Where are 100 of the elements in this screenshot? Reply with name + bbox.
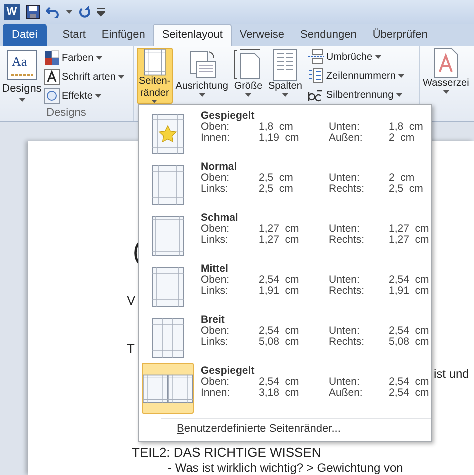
- ribbon-tab[interactable]: Start: [54, 24, 94, 46]
- margin-preset-item[interactable]: Breit Oben: 2,54 cm Unten: 2,54 cm Links: 5,08 cm Rechts: 5,08 cm: [139, 312, 431, 363]
- preset-name: Gespiegelt: [201, 366, 256, 377]
- app-logo[interactable]: W: [4, 4, 20, 20]
- ribbon-small-button[interactable]: Schrift arten: [44, 69, 125, 85]
- margin-label: Rechts:: [329, 184, 366, 195]
- button-label: Seiten-: [139, 76, 171, 88]
- margin-preset-item[interactable]: Gespiegelt Oben: 2,54 cm Unten: 2,54 cm Innen: 3,18 cm Außen: 2,54 cm: [139, 363, 431, 414]
- font-letter-icon: [44, 69, 60, 85]
- margin-label: Unten:: [329, 122, 361, 133]
- margin-label: Rechts:: [329, 286, 366, 297]
- margin-value: 1,91 cm: [389, 286, 430, 297]
- customize-toolbar-icon[interactable]: [97, 7, 105, 17]
- caret-icon: [396, 93, 403, 97]
- caret-icon: [398, 74, 405, 78]
- ribbon-small-button[interactable]: Farben: [44, 50, 125, 66]
- margin-label: Unten:: [329, 224, 361, 235]
- margin-value: 2,54 cm: [389, 275, 430, 286]
- preset-name: Mittel: [201, 264, 230, 275]
- margin-preset-item[interactable]: Normal Oben: 2,5 cm Unten: 2 cm Links: 2,5 cm Rechts: 2,5 cm: [139, 159, 431, 210]
- page-margins-icon: [152, 318, 184, 358]
- preset-name: Normal: [201, 162, 238, 173]
- margin-value: 1,27 cm: [259, 224, 300, 235]
- ribbon-tab[interactable]: Überprüfen: [364, 24, 436, 46]
- group-label: Designs: [46, 106, 88, 120]
- theme-frame-icon: [7, 50, 37, 80]
- redo-icon[interactable]: [79, 6, 91, 18]
- watermark-button[interactable]: Wasserzei: [420, 48, 470, 104]
- margin-label: Rechts:: [329, 337, 366, 348]
- document-heading: TEIL2: DAS RICHTIGE WISSEN: [132, 445, 322, 460]
- margin-label: Links:: [201, 337, 230, 348]
- document-text: ist und: [434, 366, 470, 383]
- caret-icon: [66, 10, 73, 14]
- preset-name: Schmal: [201, 213, 240, 224]
- document-text: - Was ist wirklich wichtig? > Gewichtung von: [168, 461, 404, 475]
- ribbon-tab[interactable]: Sendungen: [292, 24, 365, 46]
- preset-name: Gespiegelt: [201, 111, 256, 122]
- line-numbers-icon: [308, 68, 324, 84]
- document-text: V: [127, 292, 136, 310]
- margin-preset-item[interactable]: Mittel Oben: 2,54 cm Unten: 2,54 cm Links: 1,91 cm Rechts: 1,91 cm: [139, 261, 431, 312]
- margin-label: Außen:: [329, 133, 364, 144]
- button-label: Größe: [234, 81, 263, 93]
- margin-preset-item[interactable]: Gespiegelt Oben: 1,8 cm Unten: 1,8 cm Innen: 1,19 cm Außen: 2 cm: [139, 108, 431, 159]
- ribbon-small-button[interactable]: Effekte: [44, 88, 125, 104]
- margin-value: 2,54 cm: [389, 388, 430, 399]
- margin-value: 1,27 cm: [389, 235, 430, 246]
- margin-value: 2,54 cm: [259, 326, 300, 337]
- ribbon-big-button[interactable]: Ausrichtung: [174, 48, 230, 104]
- margin-label: Links:: [201, 235, 230, 246]
- margin-value: 2,54 cm: [389, 326, 430, 337]
- margin-label: Oben:: [201, 173, 231, 184]
- preset-name: Breit: [201, 315, 226, 326]
- margin-label: Außen:: [329, 388, 364, 399]
- margin-value: 1,91 cm: [259, 286, 300, 297]
- ribbon-tab[interactable]: Einfügen: [94, 24, 154, 46]
- margin-value: 2,54 cm: [259, 275, 300, 286]
- page-orientation-icon: [187, 49, 218, 81]
- margin-label: Links:: [201, 286, 230, 297]
- margin-preset-item[interactable]: Schmal Oben: 1,27 cm Unten: 1,27 cm Links: 1,27 cm Rechts: 1,27 cm: [139, 210, 431, 261]
- ribbon-tab[interactable]: Verweise: [232, 24, 293, 46]
- margin-label: Oben:: [201, 122, 230, 133]
- file-tab[interactable]: Datei: [3, 24, 47, 46]
- ribbon-big-button[interactable]: Größe: [232, 48, 266, 104]
- margin-value: 1,19 cm: [259, 133, 300, 144]
- margin-label: Unten:: [329, 326, 361, 337]
- effects-circle-icon: [44, 88, 60, 104]
- page-margins-icon: [152, 266, 184, 306]
- margin-value: 5,08 cm: [259, 337, 300, 348]
- caret-icon: [96, 56, 103, 60]
- margin-label: Oben:: [201, 224, 231, 235]
- custom-margins-menu-item[interactable]: Benutzerdefinierte Seitenränder...: [139, 419, 431, 439]
- page-margins-icon: [152, 216, 184, 256]
- margin-value: 2,54 cm: [389, 377, 430, 388]
- margin-value: 2 cm: [389, 173, 415, 184]
- caret-icon: [442, 90, 450, 94]
- margin-label: Unten:: [329, 377, 361, 388]
- page-break-icon: [308, 49, 324, 65]
- ribbon-small-button[interactable]: Umbrüche: [308, 49, 405, 65]
- ribbon-big-button[interactable]: Seiten- ränder: [137, 48, 173, 104]
- caret-icon: [94, 94, 102, 98]
- ribbon-small-button[interactable]: Silbentrennung: [308, 87, 405, 103]
- undo-icon[interactable]: [46, 6, 60, 18]
- ribbon-big-button[interactable]: Spalten: [266, 48, 304, 104]
- button-label: Spalten: [268, 81, 302, 93]
- ribbon-small-button[interactable]: Zeilennummern: [308, 68, 405, 84]
- margin-value: 2,5 cm: [259, 184, 294, 195]
- designs-button[interactable]: Aa Designs: [0, 48, 44, 106]
- margin-value: 1,27 cm: [389, 224, 430, 235]
- margin-label: Links:: [201, 184, 230, 195]
- caret-icon: [118, 75, 125, 79]
- caret-icon: [198, 93, 206, 97]
- margin-label: Oben:: [201, 377, 230, 388]
- margin-value: 3,18 cm: [259, 388, 300, 399]
- save-icon[interactable]: [26, 5, 40, 19]
- button-label: Ausrichtung: [176, 81, 228, 93]
- margin-label: Oben:: [201, 275, 231, 286]
- margin-label: Unten:: [329, 173, 361, 184]
- color-squares-icon: [44, 50, 60, 66]
- page-margins-icon: [152, 164, 184, 204]
- ribbon-tab[interactable]: Seitenlayout: [153, 24, 232, 46]
